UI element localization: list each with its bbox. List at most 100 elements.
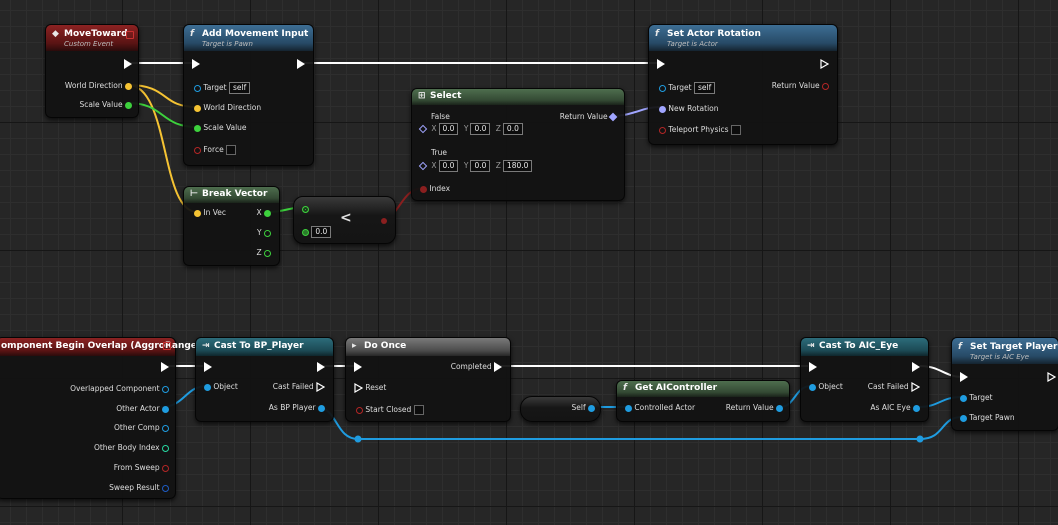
node-title: Cast To BP_Player	[214, 341, 304, 351]
sweep-result-output[interactable]: Sweep Result	[109, 483, 169, 493]
world-direction-input[interactable]: World Direction	[194, 103, 261, 113]
force-input[interactable]: Force	[194, 145, 237, 155]
exec-in-pin[interactable]	[354, 362, 362, 372]
false-z-field[interactable]: 0.0	[502, 123, 523, 135]
true-y-field[interactable]: 0.0	[470, 160, 491, 172]
from-sweep-output[interactable]: From Sweep	[114, 463, 169, 473]
move-toward-event-node[interactable]: ◆ MoveToward Custom Event World Directio…	[45, 24, 139, 118]
true-x-field[interactable]: 0.0	[438, 160, 459, 172]
exec-in-unconnected-icon	[354, 383, 363, 393]
exec-out-pin[interactable]	[1047, 372, 1056, 382]
true-z-field[interactable]: 180.0	[502, 160, 533, 172]
node-header: ⊞ Select	[412, 89, 624, 105]
teleport-physics-input[interactable]: Teleport Physics	[659, 125, 741, 135]
force-checkbox[interactable]	[226, 145, 237, 155]
exec-out-pin[interactable]	[317, 362, 325, 372]
cast-failed-output[interactable]: Cast Failed	[273, 382, 325, 392]
exec-out-pin[interactable]	[297, 59, 305, 69]
do-once-node[interactable]: ▸ Do Once Completed Reset Start Closed	[345, 337, 511, 422]
cast-to-aic-eye-node[interactable]: ⇥ Cast To AIC_Eye Object Cast Failed As …	[800, 337, 929, 422]
add-movement-input-node[interactable]: f Add Movement Input Target is Pawn Targ…	[183, 24, 314, 166]
wildcard-pin-icon	[418, 161, 428, 171]
target-self-field[interactable]: self	[228, 82, 251, 94]
macro-icon: ▸	[352, 341, 357, 351]
delegate-pin[interactable]	[126, 31, 134, 39]
self-output[interactable]: Self	[572, 403, 595, 413]
target-input[interactable]: Target	[960, 393, 993, 403]
object-pin-icon	[162, 405, 169, 413]
controlled-actor-input[interactable]: Controlled Actor	[625, 403, 695, 413]
return-value-output[interactable]: Return Value	[772, 81, 829, 91]
node-header: f Get AIController	[617, 381, 789, 397]
y-output[interactable]: Y	[257, 228, 271, 238]
result-output[interactable]	[381, 216, 387, 226]
reroute-knot[interactable]	[916, 435, 924, 443]
return-value-output[interactable]: Return Value	[560, 112, 618, 122]
select-node[interactable]: ⊞ Select False X 0.0 Y 0.0 Z 0.0 True X 0.0 …	[411, 88, 625, 201]
start-closed-checkbox[interactable]	[413, 405, 424, 415]
scale-value-input[interactable]: Scale Value	[194, 123, 247, 133]
world-direction-output[interactable]: World Direction	[65, 81, 132, 91]
set-target-player-node[interactable]: f Set Target Player Target is AIC Eye Ta…	[951, 337, 1058, 431]
exec-out-pin[interactable]	[912, 362, 920, 372]
cast-failed-output[interactable]: Cast Failed	[868, 382, 920, 392]
return-value-output[interactable]: Return Value	[726, 403, 783, 413]
set-actor-rotation-node[interactable]: f Set Actor Rotation Target is Actor Tar…	[648, 24, 838, 145]
object-pin-icon	[659, 84, 666, 92]
exec-out-pin[interactable]	[820, 59, 829, 69]
operator-label: <	[340, 210, 352, 226]
exec-out-pin[interactable]	[124, 59, 132, 69]
b-input[interactable]: 0.0	[302, 226, 332, 238]
exec-in-pin[interactable]	[204, 362, 212, 372]
exec-out-pin[interactable]	[161, 362, 169, 372]
false-vector-input[interactable]: X 0.0 Y 0.0 Z 0.0	[418, 123, 523, 135]
other-body-index-output[interactable]: Other Body Index	[94, 443, 169, 453]
reroute-knot[interactable]	[354, 435, 362, 443]
target-pawn-input[interactable]: Target Pawn	[960, 413, 1015, 423]
false-x-field[interactable]: 0.0	[438, 123, 459, 135]
start-closed-input[interactable]: Start Closed	[356, 405, 424, 415]
z-output[interactable]: Z	[256, 248, 271, 258]
object-input[interactable]: Object	[809, 382, 843, 392]
cast-icon: ⇥	[807, 341, 815, 351]
target-input[interactable]: Target self	[194, 82, 251, 94]
completed-output[interactable]: Completed	[451, 362, 502, 372]
get-ai-controller-node[interactable]: f Get AIController Controlled Actor Retu…	[616, 380, 790, 422]
x-output[interactable]: X	[256, 208, 271, 218]
object-pin-icon	[318, 404, 325, 412]
break-vector-node[interactable]: ⊢ Break Vector In Vec X Y Z	[183, 186, 280, 266]
object-input[interactable]: Object	[204, 382, 238, 392]
bool-pin-icon	[381, 218, 387, 224]
target-input[interactable]: Target self	[659, 82, 716, 94]
scale-value-output[interactable]: Scale Value	[79, 100, 132, 110]
less-than-node[interactable]: 0.0 <	[293, 196, 396, 244]
node-header: ⇥ Cast To BP_Player	[196, 338, 333, 356]
as-aic-eye-output[interactable]: As AIC Eye	[870, 403, 920, 413]
reset-input[interactable]: Reset	[354, 383, 386, 393]
b-value-field[interactable]: 0.0	[311, 226, 332, 238]
true-vector-input[interactable]: X 0.0 Y 0.0 Z 180.0	[418, 160, 533, 172]
wildcard-pin-icon	[418, 124, 428, 134]
exec-in-pin[interactable]	[657, 59, 665, 69]
new-rotation-input[interactable]: New Rotation	[659, 104, 719, 114]
exec-in-pin[interactable]	[809, 362, 817, 372]
bool-pin-icon	[194, 146, 201, 154]
index-input[interactable]: Index	[420, 184, 450, 194]
false-y-field[interactable]: 0.0	[470, 123, 491, 135]
exec-in-pin[interactable]	[960, 372, 968, 382]
delegate-pin[interactable]	[163, 342, 171, 350]
in-vec-input[interactable]: In Vec	[194, 208, 226, 218]
teleport-checkbox[interactable]	[730, 125, 741, 135]
target-self-field[interactable]: self	[693, 82, 716, 94]
as-bp-player-output[interactable]: As BP Player	[269, 403, 325, 413]
overlapped-component-output[interactable]: Overlapped Component	[70, 384, 169, 394]
a-input[interactable]	[302, 204, 309, 214]
cast-to-bp-player-node[interactable]: ⇥ Cast To BP_Player Object Cast Failed A…	[195, 337, 334, 422]
node-title: Get AIController	[635, 383, 718, 393]
self-reference-node[interactable]: Self	[520, 396, 601, 422]
component-begin-overlap-event-node[interactable]: omponent Begin Overlap (AggroRange) Over…	[0, 337, 201, 499]
other-actor-output[interactable]: Other Actor	[116, 404, 169, 414]
other-comp-output[interactable]: Other Comp	[114, 423, 169, 433]
bool-pin-icon	[162, 464, 169, 472]
exec-in-pin[interactable]	[192, 59, 200, 69]
